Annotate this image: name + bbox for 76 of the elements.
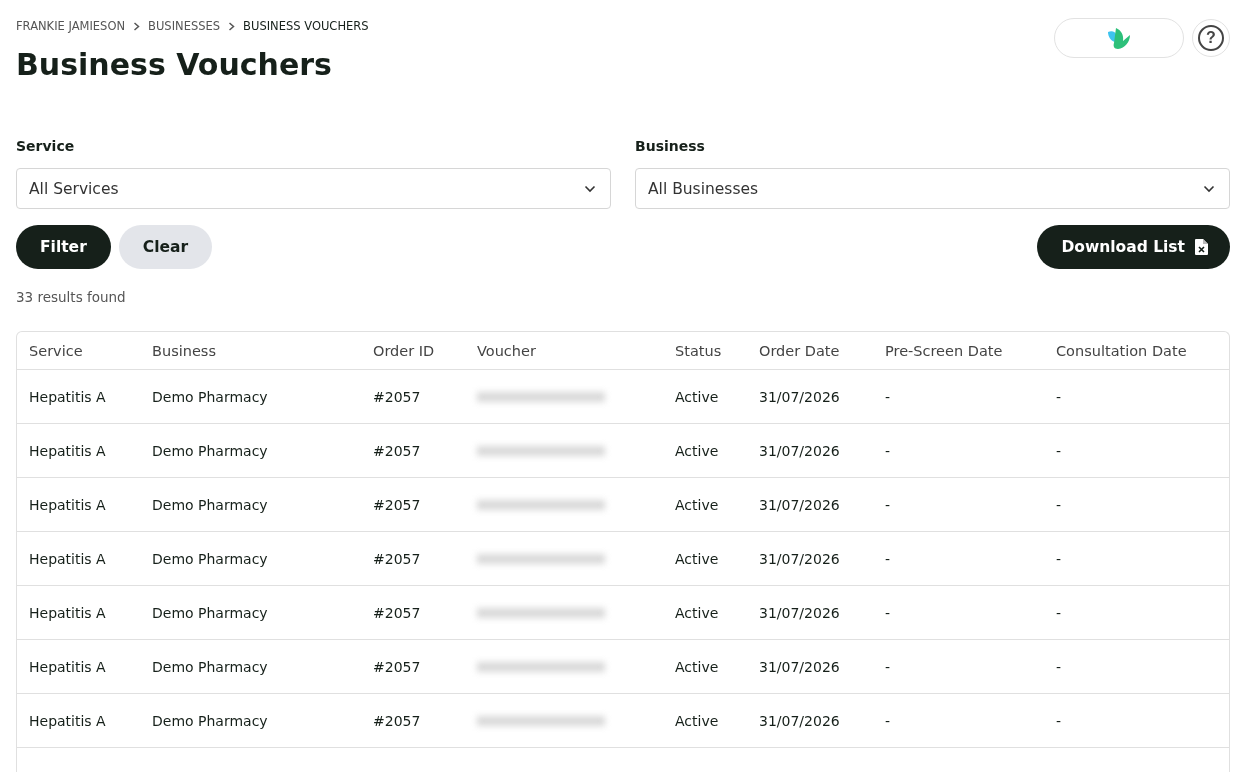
table-cell-text: #2057: [372, 604, 422, 621]
help-button[interactable]: ?: [1192, 19, 1230, 57]
breadcrumb-link[interactable]: BUSINESSES: [148, 19, 221, 33]
table-cell-text: Hepatitis A: [28, 712, 107, 729]
table-cell-text: Active: [674, 550, 720, 567]
dropdown-field[interactable]: All Services: [16, 168, 611, 209]
table-cell-text: -: [884, 550, 892, 567]
column-header: Status: [674, 342, 723, 359]
table-cell-text: Hepatitis A: [28, 442, 107, 459]
table-cell-text: Demo Pharmacy: [151, 496, 269, 513]
table-cell-text: Demo Pharmacy: [151, 712, 269, 729]
column-header: Voucher: [476, 342, 537, 359]
column-header: Service: [28, 342, 84, 359]
table-cell-text: #2057: [372, 496, 422, 513]
column-header: Business: [151, 342, 217, 359]
column-header: Consultation Date: [1055, 342, 1188, 359]
table-cell-text: #2057: [372, 712, 422, 729]
table-cell-text: 31/07/2026: [758, 712, 841, 729]
clear-button[interactable]: Clear: [118, 225, 213, 269]
table-cell-text: 31/07/2026: [758, 442, 841, 459]
table-cell-text: -: [1055, 442, 1063, 459]
table-cell-text: Demo Pharmacy: [151, 550, 269, 567]
table-cell-text: Active: [674, 604, 720, 621]
leaf-logo-icon: [1106, 26, 1132, 50]
table-cell-text: Active: [674, 658, 720, 675]
table-cell-text: Demo Pharmacy: [151, 388, 269, 405]
table-cell-text: Hepatitis A: [28, 388, 107, 405]
table-cell-text: #2057: [372, 388, 422, 405]
table-cell-text: -: [884, 658, 892, 675]
chevron-down-icon: [1203, 184, 1215, 193]
table-cell-text: -: [884, 712, 892, 729]
dropdown-field[interactable]: All Businesses: [635, 168, 1230, 209]
table-cell-text: Active: [674, 388, 720, 405]
column-header: Pre-Screen Date: [884, 342, 1004, 359]
chevron-down-icon: [584, 184, 596, 193]
table-cell-text: 31/07/2026: [758, 496, 841, 513]
breadcrumb-link[interactable]: FRANKIE JAMIESON: [16, 19, 126, 33]
breadcrumb-current: BUSINESS VOUCHERS: [243, 19, 369, 33]
table-cell-text: 31/07/2026: [758, 388, 841, 405]
table-cell-text: -: [1055, 604, 1063, 621]
field-label: Service: [16, 138, 76, 154]
table-cell-text: 31/07/2026: [758, 658, 841, 675]
column-header: Order Date: [758, 342, 841, 359]
table-cell-text: Active: [674, 712, 720, 729]
table-cell-text: Demo Pharmacy: [151, 442, 269, 459]
filter-button[interactable]: Filter: [16, 225, 111, 269]
column-header: Order ID: [372, 342, 436, 359]
table-cell-text: Active: [674, 442, 720, 459]
table-cell-text: 31/07/2026: [758, 550, 841, 567]
table-cell-text: -: [1055, 496, 1063, 513]
table-cell-text: Demo Pharmacy: [151, 604, 269, 621]
table-cell-text: Hepatitis A: [28, 658, 107, 675]
table-cell-text: -: [884, 442, 892, 459]
page-title: Business Vouchers: [16, 47, 333, 82]
table-cell-text: Demo Pharmacy: [151, 658, 269, 675]
table-cell-text: Hepatitis A: [28, 496, 107, 513]
spreadsheet-file-icon: [1195, 239, 1208, 255]
table-cell-text: -: [1055, 712, 1063, 729]
table-cell-text: -: [884, 388, 892, 405]
results-count: 33 results found: [16, 289, 127, 305]
chevron-right-icon: [133, 21, 141, 31]
table-cell-text: 31/07/2026: [758, 604, 841, 621]
table-cell-text: #2057: [372, 442, 422, 459]
table-cell-text: Active: [674, 496, 720, 513]
table-cell-text: -: [884, 604, 892, 621]
table-cell-text: #2057: [372, 550, 422, 567]
table-cell-text: Hepatitis A: [28, 550, 107, 567]
table-cell-text: -: [1055, 550, 1063, 567]
chevron-right-icon: [228, 21, 236, 31]
table-cell-text: Hepatitis A: [28, 604, 107, 621]
table-cell-text: -: [884, 496, 892, 513]
field-label: Business: [635, 138, 706, 154]
table-cell-text: #2057: [372, 658, 422, 675]
download-button[interactable]: Download List: [1037, 225, 1230, 269]
table-cell-text: -: [1055, 658, 1063, 675]
table-cell-text: -: [1055, 388, 1063, 405]
